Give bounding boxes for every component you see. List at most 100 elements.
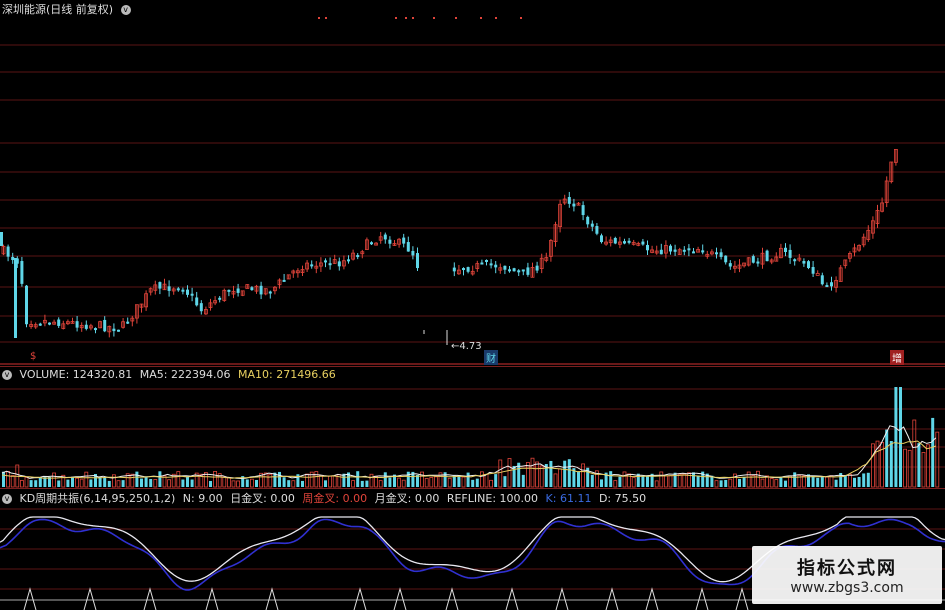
volume-bar-up (328, 475, 333, 488)
candle-body-down (811, 267, 815, 274)
candle-body-down (572, 203, 576, 207)
low-price-marker: ←4.73 (451, 341, 482, 352)
candle-body-down (728, 263, 732, 267)
volume-bar-up (401, 479, 406, 488)
candle-body-down (641, 241, 645, 245)
candle-body-down (480, 262, 484, 265)
candle-body-down (337, 261, 341, 267)
volume-bar-up (912, 419, 917, 488)
volume-bar-down (245, 479, 249, 487)
volume-bar-down (696, 475, 700, 487)
kd-indicator-name[interactable]: KD周期共振(6,14,95,250,1,2) (20, 492, 176, 505)
volume-bar-down (103, 477, 107, 487)
volume-bar-down (278, 471, 281, 487)
volume-value: 124320.81 (72, 368, 133, 381)
volume-bar-down (646, 476, 649, 487)
volume-bar-down (388, 477, 392, 487)
volume-bar-down (356, 471, 360, 487)
tick-dot (480, 17, 482, 19)
candle-body-down (25, 285, 28, 325)
volume-bar-up (659, 471, 664, 488)
volume-bar-down (186, 476, 189, 487)
volume-bar-down (360, 480, 364, 487)
chevron-down-icon[interactable]: v (120, 5, 131, 15)
candle-body-down (526, 267, 530, 275)
volume-bar-down (590, 474, 594, 487)
volume-bar-up (802, 475, 806, 488)
volume-bar-down (282, 477, 286, 487)
kd-n-value: 9.00 (198, 492, 223, 505)
candle-body-down (623, 241, 626, 244)
ma5-label: MA5: (139, 368, 168, 381)
volume-bar-down (885, 429, 889, 487)
volume-label: VOLUME: (19, 368, 70, 381)
volume-bar-down (365, 480, 369, 487)
event-s-badge[interactable]: $ (30, 351, 36, 362)
volume-bar-down (820, 476, 824, 487)
tick-dot (520, 17, 522, 19)
candle-body-down (590, 223, 594, 227)
candle-body-down (186, 289, 189, 295)
candle-body-down (181, 289, 185, 292)
candle-body-down (567, 197, 571, 204)
volume-bar-down (793, 472, 797, 487)
stock-title[interactable]: 深圳能源(日线 前复权) (2, 3, 113, 16)
candle-body-down (190, 293, 194, 296)
candle-body-down (807, 261, 810, 269)
candle-body-down (227, 289, 231, 292)
volume-bar-up (769, 478, 774, 488)
candle-body-down (14, 258, 17, 338)
volume-bar-down (255, 479, 258, 487)
volume-bar-down (738, 478, 741, 487)
volume-bar-down (406, 471, 410, 487)
volume-bar-down (452, 475, 456, 487)
candle-body-down (75, 321, 79, 328)
volume-bar-up (130, 473, 135, 488)
candle-body-down (268, 291, 272, 294)
volume-bar-up (226, 476, 231, 488)
volume-bar-down (807, 474, 810, 487)
candle-body-down (356, 255, 360, 258)
event-zeng-badge[interactable]: 增 (890, 350, 904, 365)
price-panel[interactable]: 深圳能源(日线 前复权) v ←4.73 财 增 $ (0, 0, 945, 365)
tick-dot (395, 17, 397, 19)
volume-bar-up (397, 477, 402, 488)
candle-body-down (692, 251, 695, 254)
volume-chart[interactable] (0, 367, 945, 488)
volume-bar-down (618, 476, 622, 487)
candle-body-down (126, 321, 130, 324)
candle-body-down (94, 328, 97, 331)
volume-bar-up (484, 474, 489, 488)
event-cai-badge[interactable]: 财 (484, 350, 498, 365)
kd-day-value: 0.00 (270, 492, 295, 505)
candle-body-down (11, 256, 15, 261)
candle-body-down (402, 237, 406, 244)
candle-body-down (6, 246, 10, 257)
volume-bar-up (728, 478, 733, 488)
candle-body-down (673, 249, 677, 252)
volume-bar-down (29, 480, 33, 487)
candle-body-down (682, 249, 686, 252)
chevron-down-icon[interactable]: v (2, 370, 12, 380)
volume-bar-down (894, 387, 898, 487)
volume-bar-down (609, 471, 613, 487)
volume-bar-down (144, 477, 148, 487)
volume-bar-down (466, 472, 470, 487)
candle-body-down (236, 288, 240, 293)
volume-bar-up (935, 431, 940, 488)
volume-bar-up (231, 480, 236, 488)
kd-d-label: D: (598, 492, 612, 505)
volume-bar-down (719, 480, 723, 487)
candle-body-down (687, 248, 691, 251)
volume-bar-down (287, 480, 291, 487)
volume-panel[interactable]: v VOLUME: 124320.81 MA5: 222394.06 MA10:… (0, 366, 945, 488)
chevron-down-icon[interactable]: v (2, 494, 12, 504)
volume-ma5-line (1, 425, 937, 480)
volume-bar-up (378, 480, 383, 488)
price-chart[interactable] (0, 0, 945, 365)
volume-bar-up (112, 474, 116, 488)
kd-n-label: N: (182, 492, 195, 505)
kd-month-label: 月金叉: (374, 492, 412, 505)
candle-body-down (218, 297, 222, 300)
kd-header: v KD周期共振(6,14,95,250,1,2) N: 9.00 日金叉: 0… (2, 490, 650, 506)
